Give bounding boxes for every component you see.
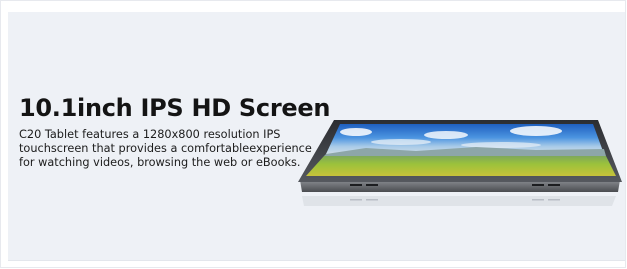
speaker-grille-left-1	[350, 184, 362, 186]
speaker-grille-right-1	[532, 184, 544, 186]
divider	[8, 260, 625, 261]
feature-description: C20 Tablet features a 1280x800 resolutio…	[19, 128, 312, 169]
speaker-grille-right-2	[548, 184, 560, 186]
feature-headline: 10.1inch IPS HD Screen	[19, 94, 331, 122]
cloud	[461, 142, 541, 148]
tablet-illustration	[298, 120, 622, 206]
tablet-screen-grass	[306, 156, 616, 176]
tablet-reflection	[302, 196, 616, 206]
cloud	[510, 126, 562, 136]
cloud	[340, 128, 372, 136]
cloud	[424, 131, 468, 139]
tablet-product-image	[286, 110, 625, 210]
cloud	[371, 139, 431, 145]
speaker-grille-left-2	[366, 184, 378, 186]
